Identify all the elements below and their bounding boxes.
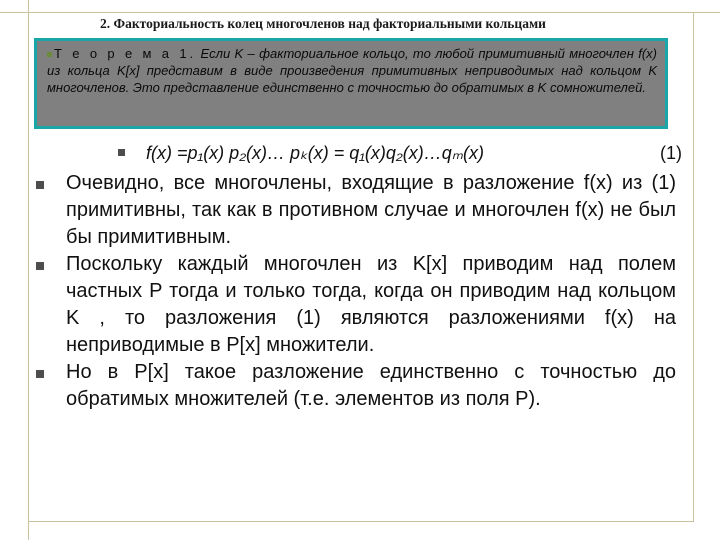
bullet-list: Очевидно, все многочлены, входящие в раз… — [36, 170, 676, 413]
theorem-box: Т е о р е м а 1. Если K – факториальное … — [34, 38, 668, 129]
list-item: Но в P[x] такое разложение единственно с… — [36, 359, 676, 413]
bullet-square-icon — [36, 262, 44, 270]
list-item: Очевидно, все многочлены, входящие в раз… — [36, 170, 676, 251]
bullet-square-icon — [36, 181, 44, 189]
theorem-bullet-icon — [47, 52, 52, 58]
theorem-heading: Т е о р е м а 1. — [54, 46, 197, 61]
equation-number: (1) — [660, 143, 682, 163]
bullet-text: Очевидно, все многочлены, входящие в раз… — [66, 172, 676, 248]
list-item: Поскольку каждый многочлен из K[x] приво… — [36, 251, 676, 359]
bullet-square-icon — [36, 370, 44, 378]
slide-title: 2. Факториальность колец многочленов над… — [100, 16, 546, 31]
factorization-formula: f(x) =p₁(x) p₂(x)… pₖ(x) = q₁(x)q₂(x)…qₘ… — [146, 143, 484, 163]
formula-bullet-icon — [118, 149, 125, 156]
bullet-text: Поскольку каждый многочлен из K[x] приво… — [66, 253, 676, 356]
formula-line: f(x) =p₁(x) p₂(x)… pₖ(x) = q₁(x)q₂(x)…qₘ… — [118, 140, 688, 166]
bullet-text: Но в P[x] такое разложение единственно с… — [66, 361, 676, 410]
